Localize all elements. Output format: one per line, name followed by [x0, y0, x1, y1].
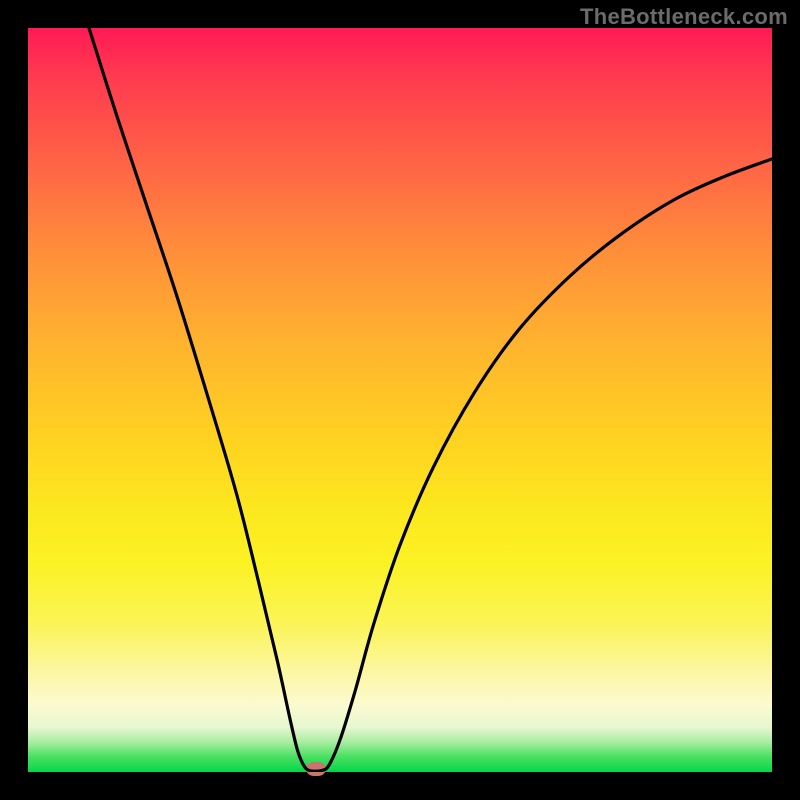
plot-area [28, 28, 772, 772]
chart-frame: TheBottleneck.com [0, 0, 800, 800]
curve-path [89, 28, 772, 771]
bottleneck-curve [28, 28, 772, 772]
watermark-text: TheBottleneck.com [580, 4, 788, 30]
